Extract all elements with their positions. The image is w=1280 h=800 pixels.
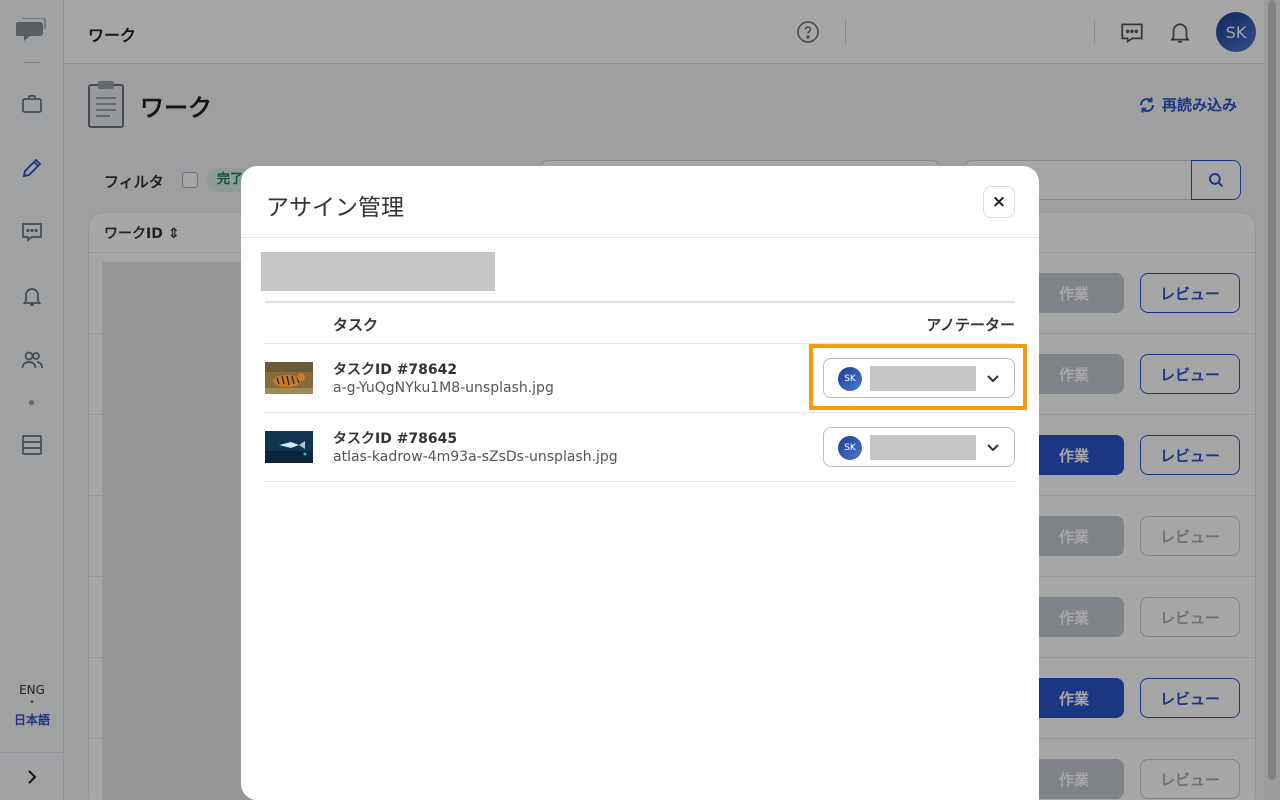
table-row-divider — [265, 412, 1015, 413]
task-thumbnail-fish — [265, 431, 313, 463]
table-top-divider — [265, 301, 1015, 303]
column-header-annotator: アノテーター — [926, 316, 1015, 334]
table-row-divider — [265, 481, 1015, 482]
close-button[interactable]: × — [983, 186, 1015, 218]
column-header-task: タスク — [333, 316, 379, 334]
highlight-annotator-select — [809, 344, 1027, 410]
modal-title: アサイン管理 — [266, 195, 404, 221]
task-filename: a-g-YuQgNYku1M8-unsplash.jpg — [333, 380, 554, 396]
task-id: タスクID #78645 — [333, 431, 458, 447]
redacted-work-name — [261, 252, 495, 291]
assign-management-modal: アサイン管理 × タスク アノテーター タスクID #78642 a-g-YuQ… — [241, 166, 1039, 800]
chevron-down-icon — [987, 444, 999, 452]
modal-header: アサイン管理 × — [241, 166, 1039, 238]
task-filename: atlas-kadrow-4m93a-sZsDs-unsplash.jpg — [333, 449, 618, 465]
redacted-annotator-name — [870, 435, 976, 460]
annotator-avatar: SK — [838, 436, 862, 460]
annotator-select[interactable]: SK — [823, 427, 1015, 467]
task-thumbnail-tiger — [265, 362, 313, 394]
task-id: タスクID #78642 — [333, 362, 458, 378]
